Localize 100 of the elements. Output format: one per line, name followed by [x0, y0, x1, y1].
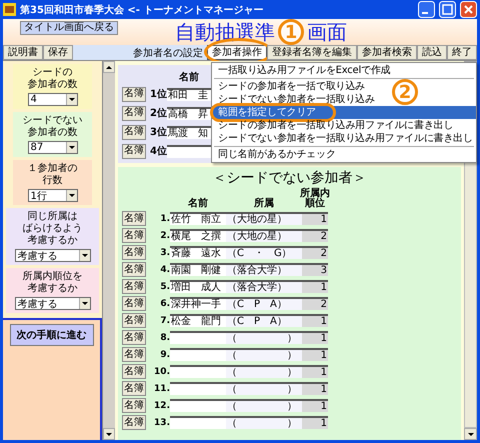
rank-field[interactable]: 1 — [302, 416, 328, 429]
toolbar-button[interactable]: 参加者操作 — [207, 45, 267, 60]
team-field[interactable]: （大地の星） — [226, 229, 302, 242]
rank-field[interactable]: 2 — [302, 246, 328, 259]
team-field[interactable]: （ ） — [226, 331, 302, 344]
roster-button[interactable]: 名簿 — [122, 144, 146, 158]
column-header: 所属内 — [300, 189, 330, 199]
name-field[interactable] — [170, 416, 226, 429]
rank-field[interactable]: 1 — [302, 280, 328, 293]
menu-item[interactable]: 一括取り込み用ファイルをExcelで作成 — [212, 64, 396, 77]
name-field[interactable]: 斉藤 遠水 — [170, 246, 226, 259]
name-field[interactable]: 和田 圭 — [167, 88, 211, 100]
menu-item[interactable]: シードでない参加者を一括取り込み用ファイルに書き出し — [212, 132, 479, 145]
rank-field[interactable]: 1 — [302, 365, 328, 378]
name-field[interactable]: 南園 剛健 — [170, 263, 226, 276]
name-field[interactable] — [170, 399, 226, 412]
setting-label: １参加者の — [28, 163, 78, 175]
minimize-icon[interactable] — [418, 1, 435, 18]
maximize-icon[interactable] — [439, 1, 456, 18]
column-header: 所属 — [254, 199, 274, 209]
roster-button[interactable]: 名簿 — [122, 415, 146, 430]
roster-button[interactable]: 名簿 — [122, 279, 146, 294]
section-title: ＜シードでない参加者＞ — [212, 169, 368, 187]
roster-button[interactable]: 名簿 — [122, 313, 146, 328]
rank-label: 2位 — [150, 106, 167, 120]
menu-item[interactable]: シードの参加者を一括取り込み用ファイルに書き出し — [212, 119, 460, 132]
roster-button[interactable]: 名簿 — [122, 262, 146, 277]
team-field[interactable]: （C P A） — [226, 314, 302, 327]
next-step-button[interactable]: 次の手順に進む — [10, 324, 94, 346]
team-field[interactable]: （C P A） — [226, 297, 302, 310]
team-field[interactable]: （C ・ G） — [226, 246, 302, 259]
team-field[interactable]: （ ） — [226, 365, 302, 378]
team-field[interactable]: （落合大学） — [226, 263, 302, 276]
name-field[interactable]: 横尾 之撰 — [170, 229, 226, 242]
back-to-title-button[interactable]: タイトル画面へ戻る — [20, 21, 118, 35]
close-icon[interactable] — [460, 1, 477, 18]
toolbar-button[interactable]: 登録者名簿を編集 — [267, 45, 357, 60]
roster-button[interactable]: 名簿 — [122, 245, 146, 260]
name-field[interactable] — [167, 144, 211, 158]
roster-button[interactable]: 名簿 — [122, 381, 146, 396]
roster-button[interactable]: 名簿 — [122, 364, 146, 379]
name-field[interactable]: 佐竹 雨立 — [170, 212, 226, 225]
scrollbar[interactable] — [103, 61, 115, 440]
roster-button[interactable]: 名簿 — [122, 211, 146, 226]
roster-button[interactable]: 名簿 — [122, 86, 146, 102]
rank-field[interactable]: 1 — [302, 382, 328, 395]
name-field[interactable]: 馬渡 知 — [167, 126, 211, 138]
dropdown[interactable]: 考慮する — [14, 249, 90, 262]
toolbar-button[interactable]: 保存 — [43, 45, 73, 60]
team-field[interactable]: （ ） — [226, 348, 302, 361]
row-number: 5. — [159, 282, 170, 292]
name-field[interactable]: 深井神一手 — [170, 297, 226, 310]
name-field[interactable] — [170, 331, 226, 344]
rank-field[interactable]: 1 — [302, 348, 328, 361]
toolbar-button[interactable]: 読込 — [417, 45, 447, 60]
dropdown[interactable]: 1行 — [28, 189, 78, 202]
rank-field[interactable]: 3 — [302, 263, 328, 276]
dropdown[interactable]: 考慮する — [14, 297, 90, 310]
menu-item[interactable]: 同じ名前があるかチェック — [212, 148, 342, 161]
team-field[interactable]: （ ） — [226, 416, 302, 429]
dropdown[interactable]: 4 — [28, 93, 78, 106]
toolbar-button[interactable]: 説明書 — [3, 45, 43, 60]
name-field[interactable] — [170, 348, 226, 361]
team-field[interactable]: （ ） — [226, 382, 302, 395]
rank-label: 4位 — [150, 144, 167, 158]
roster-button[interactable]: 名簿 — [122, 330, 146, 345]
name-field[interactable]: 高橋 昇 — [167, 106, 211, 120]
rank-field[interactable]: 2 — [302, 297, 328, 310]
dropdown[interactable]: 87 — [28, 141, 78, 154]
setting-label: ばらけるよう — [22, 223, 82, 234]
roster-button[interactable]: 名簿 — [122, 296, 146, 311]
roster-button[interactable]: 名簿 — [122, 398, 146, 413]
team-field[interactable]: （ ） — [226, 399, 302, 412]
rank-field[interactable]: 1 — [302, 331, 328, 344]
row-number: 2. — [159, 230, 170, 240]
team-field[interactable]: （落合大学） — [226, 280, 302, 293]
menu-item[interactable]: 範囲を指定してクリア — [212, 106, 476, 119]
name-field[interactable] — [170, 382, 226, 395]
name-field[interactable] — [170, 365, 226, 378]
team-field[interactable]: （大地の星） — [226, 212, 302, 225]
name-field[interactable]: 松金 龍門 — [170, 314, 226, 327]
row-number: 11. — [153, 384, 170, 394]
menu-item[interactable]: シードの参加者を一括で取り込み — [212, 80, 372, 93]
roster-button[interactable]: 名簿 — [122, 347, 146, 362]
roster-button[interactable]: 名簿 — [122, 106, 146, 120]
rank-field[interactable]: 1 — [302, 399, 328, 412]
step-number: 1 — [278, 19, 304, 45]
roster-button[interactable]: 名簿 — [122, 228, 146, 243]
rank-field[interactable]: 2 — [302, 229, 328, 242]
rank-field[interactable]: 1 — [302, 314, 328, 327]
setting-label: シードでない — [22, 115, 82, 126]
setting-label: 考慮するか — [28, 235, 78, 247]
name-field[interactable]: 増田 成人 — [170, 280, 226, 293]
rank-label: 1位 — [150, 88, 167, 101]
rank-field[interactable]: 1 — [302, 212, 328, 225]
roster-button[interactable]: 名簿 — [122, 124, 146, 140]
toolbar-button[interactable]: 参加者検索 — [357, 45, 417, 60]
row-number: 12. — [153, 400, 170, 410]
column-header: 名前 — [178, 73, 200, 83]
toolbar-button[interactable]: 終了 — [447, 45, 477, 60]
